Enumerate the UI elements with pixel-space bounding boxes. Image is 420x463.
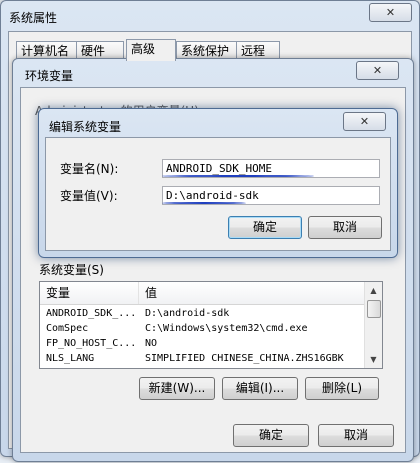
table-row[interactable]: FP_NO_HOST_C... NO (40, 336, 365, 351)
env-ok-button[interactable]: 确定 (233, 424, 309, 447)
value-underline-annotation (162, 202, 246, 204)
variable-value-label: 变量值(V): (60, 189, 118, 203)
edit-cancel-button[interactable]: 取消 (308, 216, 382, 239)
system-properties-title: 系统属性 (9, 11, 58, 25)
close-icon: ✕ (359, 115, 370, 128)
column-header-variable[interactable]: 变量 (40, 282, 139, 304)
edit-button[interactable]: 编辑(I)... (222, 377, 298, 400)
variable-value-cell: NO (145, 338, 158, 349)
variable-name-cell: ComSpec (46, 323, 89, 334)
new-button[interactable]: 新建(W)... (139, 377, 215, 400)
close-icon: ✕ (372, 64, 383, 77)
edit-dialog-close-button[interactable]: ✕ (343, 112, 386, 131)
list-scrollbar[interactable]: ▲ ▼ (364, 282, 382, 368)
name-underline-annotation (162, 175, 314, 177)
variable-name-cell: FP_NO_HOST_C... (46, 338, 137, 349)
close-icon: ✕ (385, 6, 396, 19)
table-row[interactable]: ComSpec C:\Windows\system32\cmd.exe (40, 321, 365, 336)
list-header: 变量 值 (40, 282, 365, 305)
variable-value-cell: SIMPLIFIED CHINESE_CHINA.ZHS16GBK (145, 353, 344, 364)
table-row[interactable]: NLS_LANG SIMPLIFIED CHINESE_CHINA.ZHS16G… (40, 351, 365, 366)
variable-name-cell: ANDROID_SDK_... (46, 308, 137, 319)
column-header-value[interactable]: 值 (139, 282, 365, 304)
scrollbar-thumb[interactable] (367, 300, 381, 318)
env-cancel-button[interactable]: 取消 (318, 424, 394, 447)
table-row[interactable]: ANDROID_SDK_... D:\android-sdk (40, 306, 365, 321)
tab-advanced[interactable]: 高级 (126, 39, 176, 61)
variable-name-cell: NLS_LANG (46, 353, 95, 364)
environment-variables-close-button[interactable]: ✕ (356, 61, 399, 80)
system-properties-close-button[interactable]: ✕ (369, 3, 412, 22)
edit-ok-button[interactable]: 确定 (228, 216, 302, 239)
scroll-down-arrow-icon[interactable]: ▼ (366, 352, 381, 367)
variable-value-cell: C:\Windows\system32\cmd.exe (145, 323, 308, 334)
system-variables-list[interactable]: 变量 值 ANDROID_SDK_... D:\android-sdk ComS… (39, 281, 383, 369)
edit-system-variable-dialog: 编辑系统变量 ✕ 变量名(N): 变量值(V): ANDROID_SDK_HOM… (38, 108, 398, 258)
edit-dialog-body: 变量名(N): 变量值(V): ANDROID_SDK_HOME D:\andr… (45, 137, 391, 251)
system-variables-label: 系统变量(S) (39, 263, 104, 277)
environment-variables-title: 环境变量 (25, 69, 74, 83)
delete-button[interactable]: 删除(L) (305, 377, 379, 400)
edit-dialog-title: 编辑系统变量 (49, 120, 122, 134)
variable-value-cell: D:\android-sdk (145, 308, 230, 319)
variable-name-label: 变量名(N): (60, 162, 119, 176)
scroll-up-arrow-icon[interactable]: ▲ (366, 283, 381, 298)
